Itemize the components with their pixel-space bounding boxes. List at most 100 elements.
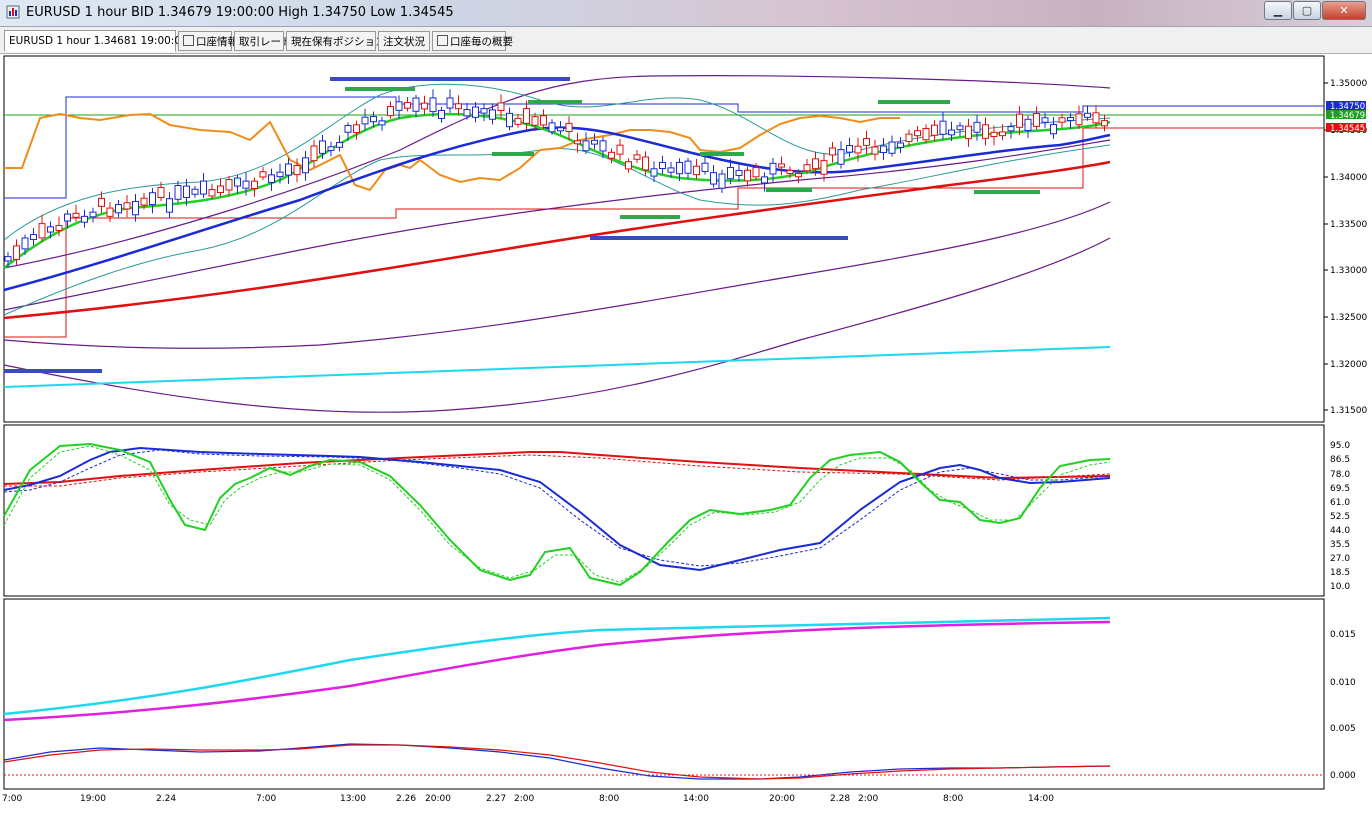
candle-body <box>387 106 394 117</box>
price-tick-label: 1.35000 <box>1330 79 1367 89</box>
candle-body <box>676 161 683 175</box>
candle-body <box>820 160 828 175</box>
candle-body <box>803 164 811 172</box>
tab-eurusd-chart[interactable]: EURUSD 1 hour 1.34681 19:00:00 <box>4 30 188 52</box>
candle-body <box>251 180 258 189</box>
candle-body <box>1092 112 1100 124</box>
tab-order-status[interactable]: 注文状況 <box>378 31 430 51</box>
candle-body <box>115 204 122 214</box>
candle-body <box>72 212 80 218</box>
candle-body <box>149 192 156 206</box>
tab-open-positions[interactable]: 現在保有ポジション <box>286 31 386 51</box>
candle-body <box>880 145 887 154</box>
candle-body <box>625 161 632 170</box>
candle-body <box>1024 118 1032 131</box>
stoch-tick-label: 86.5 <box>1330 455 1350 465</box>
candle-body <box>863 138 870 146</box>
stochastic-pane[interactable] <box>3 424 1325 597</box>
candle-body <box>956 125 964 131</box>
candle-body <box>395 101 403 111</box>
tab-label: 口座情報 <box>196 36 238 48</box>
candle-body <box>472 106 479 118</box>
maximize-button[interactable]: ▢ <box>1293 1 1321 20</box>
candle-body <box>854 145 862 154</box>
candle-body <box>829 147 836 156</box>
candle-body <box>157 186 165 198</box>
time-tick-label: 7:00 <box>2 794 22 804</box>
candle-body <box>837 149 845 165</box>
candle-body <box>404 102 411 109</box>
candle-body <box>89 211 97 218</box>
candle-body <box>370 116 377 123</box>
tab-account-summary[interactable]: 口座毎の概要 <box>432 31 513 51</box>
candle-body <box>786 169 794 175</box>
tab-account-info[interactable]: 口座情報 <box>178 31 238 51</box>
candle-body <box>667 167 675 173</box>
candle-body <box>1067 116 1074 121</box>
candle-body <box>744 169 751 182</box>
candle-body <box>455 103 462 110</box>
candle-body <box>523 108 530 124</box>
candle-body <box>710 172 717 185</box>
candle-body <box>30 234 37 240</box>
candle-body <box>225 179 233 191</box>
candle-body <box>310 145 318 162</box>
candle-body <box>531 116 539 126</box>
stoch-tick-label: 52.5 <box>1330 512 1350 522</box>
candle-body <box>166 198 173 213</box>
candle-body <box>582 140 590 152</box>
stoch-tick-label: 69.5 <box>1330 484 1350 494</box>
time-tick-label: 20:00 <box>425 794 451 804</box>
candle-body <box>1041 117 1049 123</box>
time-tick-label: 14:00 <box>1028 794 1054 804</box>
candle-body <box>761 176 768 184</box>
candle-body <box>506 112 513 128</box>
stoch-tick-label: 18.5 <box>1330 568 1350 578</box>
stoch-tick-label: 78.0 <box>1330 470 1350 480</box>
candle-body <box>106 207 114 217</box>
candle-body <box>327 146 335 151</box>
candle-body <box>174 185 182 200</box>
window-title: EURUSD 1 hour BID 1.34679 19:00:00 High … <box>26 5 454 20</box>
stoch-tick-label: 61.0 <box>1330 498 1350 508</box>
candle-body <box>276 171 284 178</box>
price-tick-label: 1.33500 <box>1330 220 1367 230</box>
candle-body <box>939 120 947 135</box>
candle-body <box>888 141 896 154</box>
candle-body <box>123 202 131 210</box>
minimize-button[interactable]: ▁ <box>1264 1 1292 20</box>
time-tick-label: 2.24 <box>156 794 176 804</box>
window-titlebar: EURUSD 1 hour BID 1.34679 19:00:00 High … <box>0 0 1372 27</box>
candle-body <box>353 124 360 134</box>
macd-tick-label: 0.000 <box>1330 771 1356 781</box>
time-tick-label: 20:00 <box>769 794 795 804</box>
candle-body <box>727 166 734 180</box>
checkbox-icon <box>437 35 448 46</box>
price-tick-label: 1.34000 <box>1330 173 1367 183</box>
candle-body <box>463 109 471 117</box>
chart-area[interactable]: 1.35000 1.34500 1.34000 1.33500 1.33000 … <box>0 54 1372 810</box>
price-tick-label: 1.31500 <box>1330 406 1367 416</box>
candle-body <box>999 131 1006 137</box>
candle-body <box>21 237 29 250</box>
candle-body <box>217 185 224 194</box>
candle-body <box>1050 124 1057 135</box>
candle-body <box>718 173 726 189</box>
candle-body <box>344 124 352 133</box>
candle-body <box>55 224 63 231</box>
candle-body <box>4 256 12 262</box>
tab-trade-rates[interactable]: 取引レート <box>234 31 292 51</box>
price-chart[interactable]: 1.35000 1.34500 1.34000 1.33500 1.33000 … <box>0 54 1372 810</box>
close-button[interactable]: ✕ <box>1322 1 1366 20</box>
candle-body <box>234 177 241 187</box>
window-controls: ▁ ▢ ✕ <box>1263 1 1366 20</box>
time-tick-label: 2.26 <box>396 794 416 804</box>
tab-label: 現在保有ポジション <box>291 36 386 48</box>
candle-body <box>608 151 615 159</box>
candle-body <box>897 142 904 148</box>
candle-body <box>429 97 437 113</box>
bid-price-tag: 1.34679 <box>1330 111 1365 121</box>
candle-body <box>302 157 309 174</box>
time-tick-label: 19:00 <box>80 794 106 804</box>
candle-body <box>200 180 207 195</box>
